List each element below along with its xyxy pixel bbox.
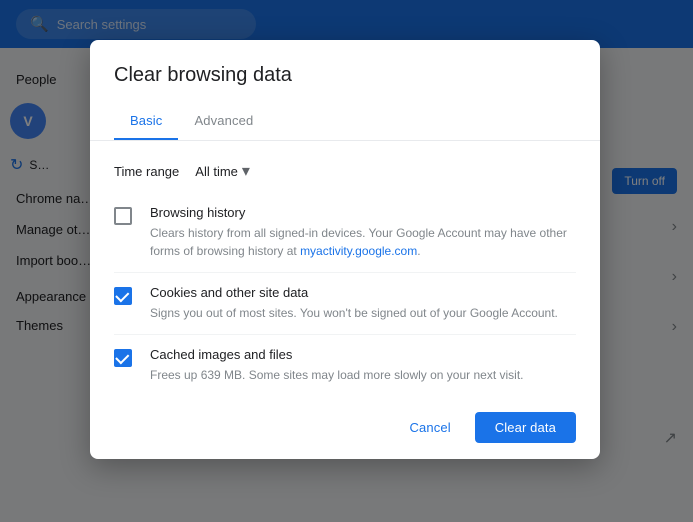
cookies-checkbox[interactable] [114, 287, 134, 307]
cookies-content: Cookies and other site data Signs you ou… [150, 285, 558, 322]
browsing-history-title: Browsing history [150, 205, 576, 220]
time-range-value: All time [195, 164, 238, 179]
dialog-title: Clear browsing data [90, 40, 600, 103]
dialog-footer: Cancel Clear data [90, 396, 600, 459]
browsing-history-content: Browsing history Clears history from all… [150, 205, 576, 260]
cookies-title: Cookies and other site data [150, 285, 558, 300]
checkbox-items-list: Browsing history Clears history from all… [90, 193, 600, 396]
cached-checkbox[interactable] [114, 349, 134, 369]
checkbox-checked-icon [114, 287, 132, 305]
time-range-row: Time range All time ▾ [90, 141, 600, 193]
list-item: Cached images and files Frees up 639 MB.… [114, 335, 576, 396]
list-item: Browsing history Clears history from all… [114, 193, 576, 273]
cookies-desc: Signs you out of most sites. You won't b… [150, 304, 558, 322]
dropdown-arrow-icon: ▾ [242, 161, 250, 181]
browsing-history-desc: Clears history from all signed-in device… [150, 224, 576, 260]
clear-browsing-data-dialog: Clear browsing data Basic Advanced Time … [90, 40, 600, 459]
clear-data-button[interactable]: Clear data [475, 412, 576, 443]
cancel-button[interactable]: Cancel [393, 412, 466, 443]
cached-desc: Frees up 639 MB. Some sites may load mor… [150, 366, 523, 384]
cached-title: Cached images and files [150, 347, 523, 362]
dialog-tabs: Basic Advanced [90, 103, 600, 141]
time-range-label: Time range [114, 164, 179, 179]
cached-content: Cached images and files Frees up 639 MB.… [150, 347, 523, 384]
browsing-history-checkbox[interactable] [114, 207, 134, 227]
tab-basic[interactable]: Basic [114, 103, 178, 140]
time-range-select[interactable]: All time ▾ [195, 161, 250, 181]
checkbox-checked-icon [114, 349, 132, 367]
tab-advanced[interactable]: Advanced [178, 103, 269, 140]
checkbox-unchecked-icon [114, 207, 132, 225]
list-item: Cookies and other site data Signs you ou… [114, 273, 576, 335]
myactivity-link[interactable]: myactivity.google.com [300, 244, 417, 258]
